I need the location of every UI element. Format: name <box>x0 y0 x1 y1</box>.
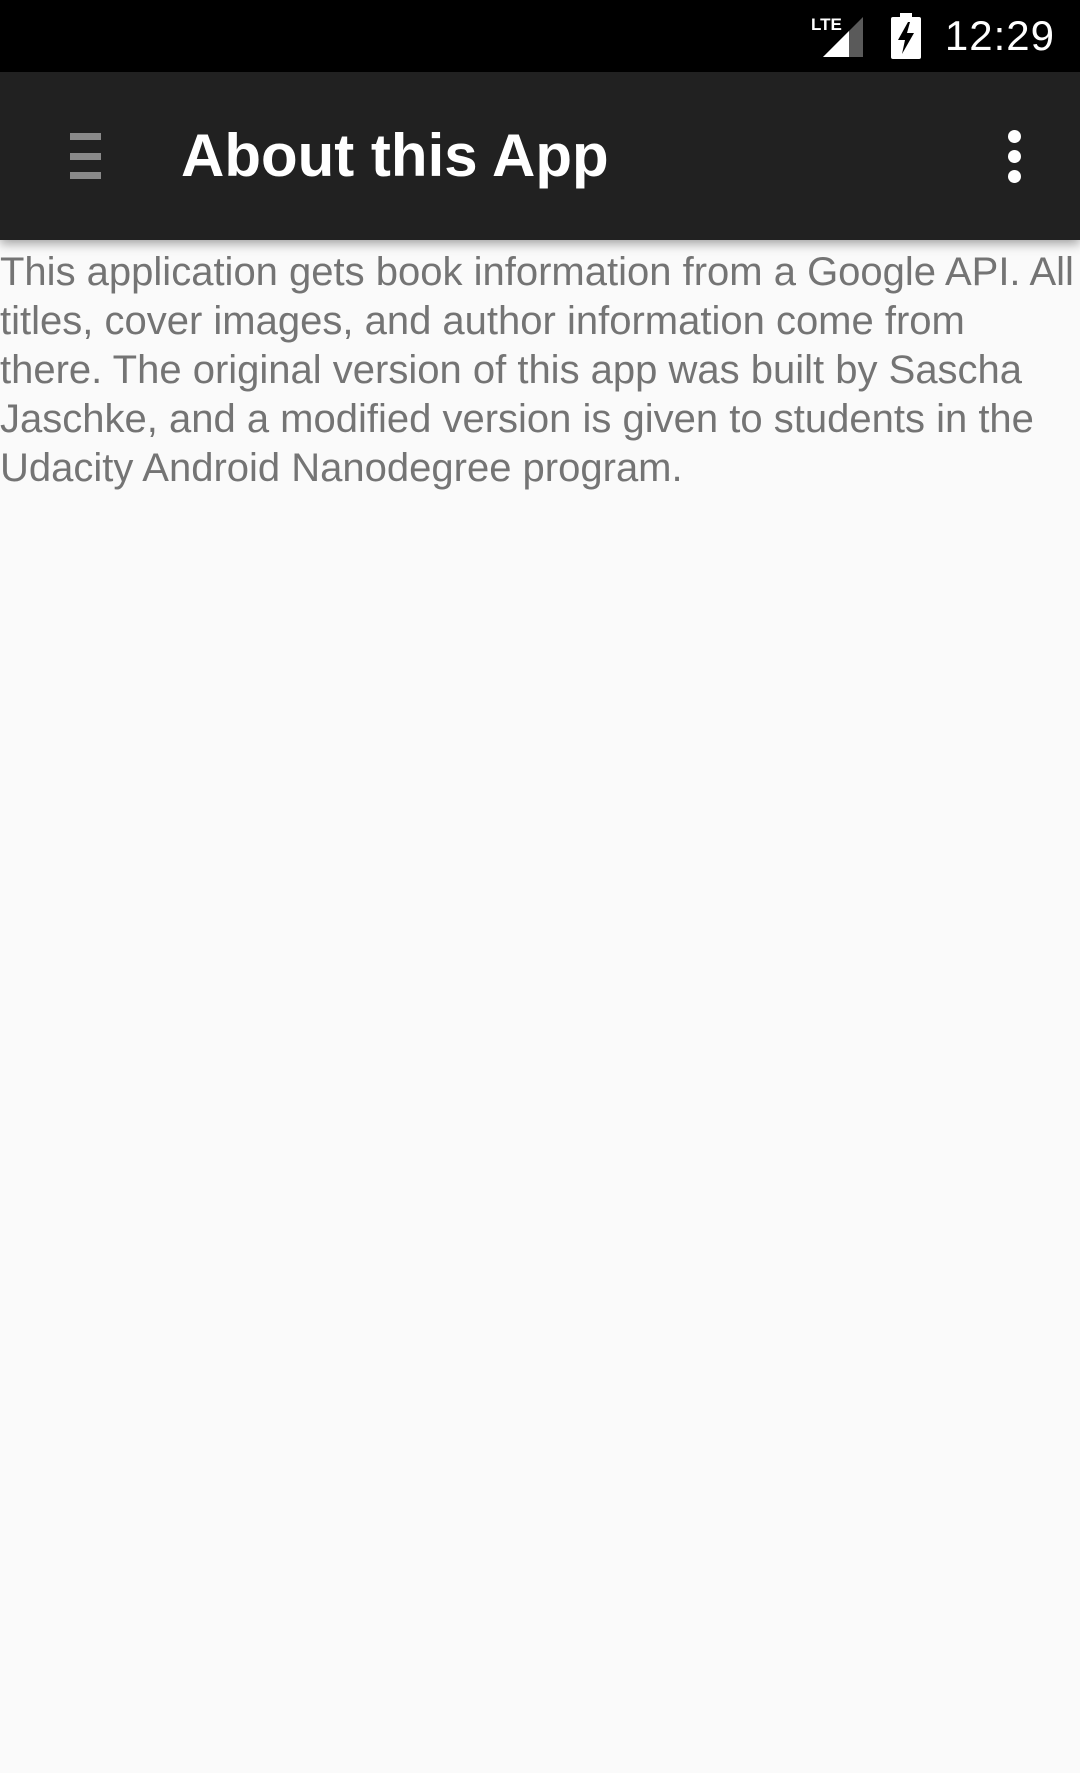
status-icons: LTE 12:29 <box>811 0 1055 72</box>
battery-charging-icon <box>890 13 921 59</box>
page-title: About this App <box>181 122 609 189</box>
status-time: 12:29 <box>944 12 1055 59</box>
signal-icon: LTE <box>811 13 867 59</box>
about-content: This application gets book information f… <box>0 240 1080 493</box>
menu-icon <box>69 133 101 179</box>
status-bar: LTE 12:29 <box>0 0 1080 72</box>
menu-button[interactable] <box>45 118 125 194</box>
app-bar: About this App <box>0 72 1080 240</box>
more-options-button[interactable] <box>978 120 1050 192</box>
about-description: This application gets book information f… <box>0 250 1074 490</box>
network-type-label: LTE <box>811 15 842 34</box>
more-vert-icon <box>1007 129 1021 143</box>
